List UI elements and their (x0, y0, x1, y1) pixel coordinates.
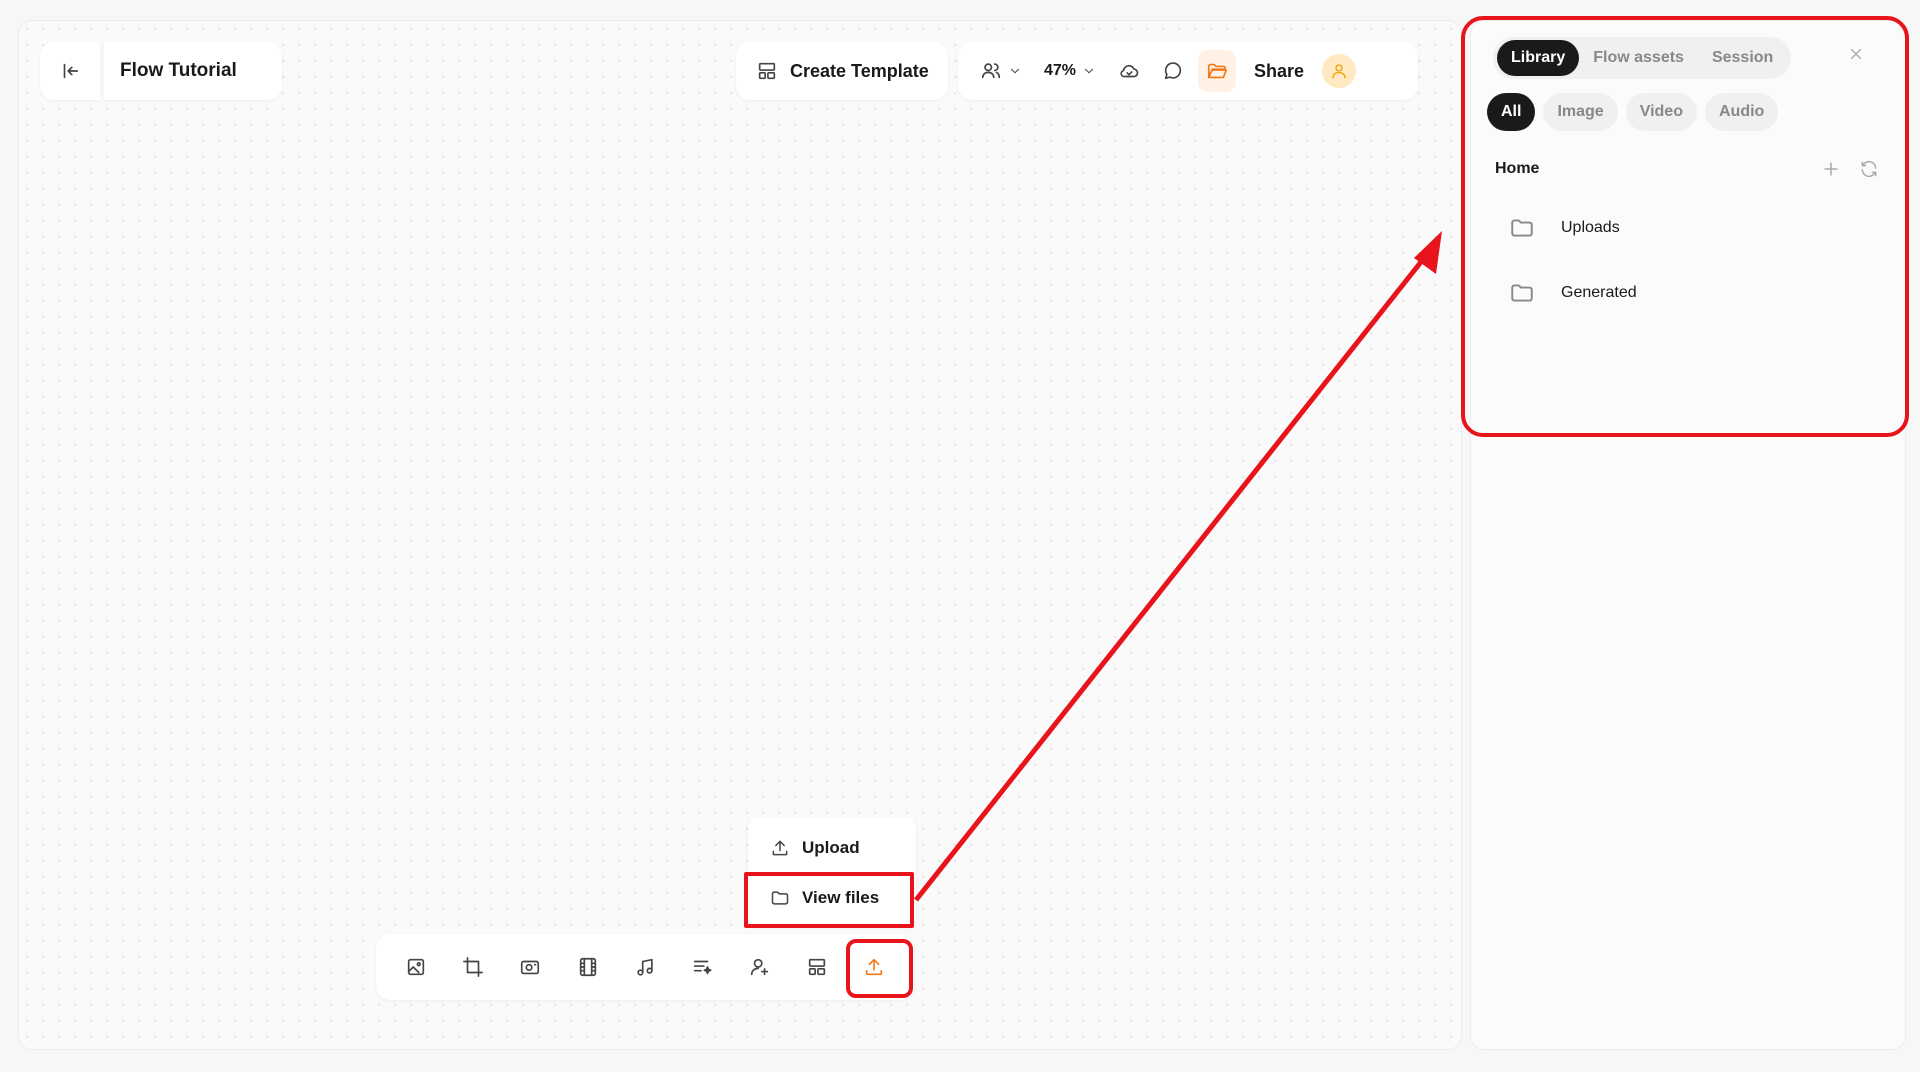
folder-open-icon (1206, 60, 1228, 82)
top-toolbar: 47% Share (958, 42, 1418, 100)
zoom-level: 47% (1044, 62, 1077, 79)
collaborators-dropdown[interactable] (972, 50, 1030, 92)
avatar[interactable] (1322, 54, 1357, 88)
tab-flow-assets[interactable]: Flow assets (1579, 40, 1698, 76)
library-panel: Library Flow assets Session All Image Vi… (1470, 20, 1906, 1050)
comment-icon (1162, 60, 1184, 82)
cloud-save-button[interactable] (1110, 50, 1148, 92)
create-template-label: Create Template (790, 60, 929, 81)
upload-icon (863, 956, 885, 978)
upload-label: Upload (802, 838, 860, 857)
image-icon (405, 956, 427, 978)
close-icon[interactable] (1847, 45, 1865, 63)
project-title-text: Flow Tutorial (120, 60, 237, 81)
exit-icon (59, 60, 81, 82)
share-label: Share (1254, 60, 1305, 81)
tab-library[interactable]: Library (1497, 40, 1580, 76)
create-template-button[interactable]: Create Template (736, 42, 948, 100)
files-button[interactable] (1198, 50, 1237, 92)
users-icon (980, 60, 1002, 82)
text-generate-button[interactable] (679, 944, 725, 990)
upload-menu-item[interactable]: Upload (770, 838, 860, 858)
filter-image[interactable]: Image (1543, 93, 1618, 131)
layout-button[interactable] (794, 944, 840, 990)
add-image-button[interactable] (393, 944, 439, 990)
comments-button[interactable] (1154, 50, 1192, 92)
user-icon (1330, 62, 1348, 80)
film-icon (577, 956, 599, 978)
upload-icon (770, 838, 790, 858)
upload-toolbar-button[interactable] (851, 944, 897, 990)
chevron-down-icon (1008, 64, 1022, 78)
panel-tabs: Library Flow assets Session (1493, 37, 1792, 79)
crop-button[interactable] (450, 944, 496, 990)
breadcrumb-home[interactable]: Home (1495, 160, 1539, 178)
view-files-menu-item[interactable]: View files (770, 888, 879, 908)
filter-video[interactable]: Video (1625, 93, 1697, 131)
tab-session[interactable]: Session (1698, 40, 1787, 76)
canvas[interactable] (18, 20, 1462, 1050)
add-character-button[interactable] (737, 944, 783, 990)
cloud-icon (1118, 60, 1140, 82)
folder-item[interactable]: Generated (1509, 280, 1637, 306)
chevron-down-icon (1082, 64, 1096, 78)
video-button[interactable] (565, 944, 611, 990)
media-filters: All Image Video Audio (1487, 93, 1779, 131)
music-icon (634, 956, 656, 978)
folder-item[interactable]: Uploads (1509, 215, 1620, 241)
camera-button[interactable] (507, 944, 553, 990)
view-files-label: View files (802, 888, 880, 907)
folder-icon (770, 888, 790, 908)
bottom-toolbar (376, 934, 914, 1000)
project-title[interactable]: Flow Tutorial (104, 42, 282, 100)
crop-icon (462, 956, 484, 978)
template-icon (756, 60, 778, 82)
layout-icon (806, 956, 828, 978)
audio-button[interactable] (622, 944, 668, 990)
folder-icon (1509, 280, 1535, 306)
refresh-icon[interactable] (1859, 159, 1879, 179)
filter-audio[interactable]: Audio (1704, 93, 1779, 131)
exit-button[interactable] (40, 42, 100, 100)
share-button[interactable]: Share (1242, 50, 1316, 92)
plus-icon[interactable] (1821, 159, 1841, 179)
camera-icon (519, 956, 541, 978)
filter-all[interactable]: All (1487, 93, 1536, 131)
upload-menu: Upload View files (748, 818, 916, 926)
folder-name: Generated (1561, 284, 1637, 301)
user-add-icon (749, 956, 771, 978)
breadcrumb: Home (1495, 159, 1879, 179)
text-sparkle-icon (691, 956, 713, 978)
zoom-dropdown[interactable]: 47% (1036, 50, 1104, 92)
folder-icon (1509, 215, 1535, 241)
folder-name: Uploads (1561, 219, 1620, 236)
